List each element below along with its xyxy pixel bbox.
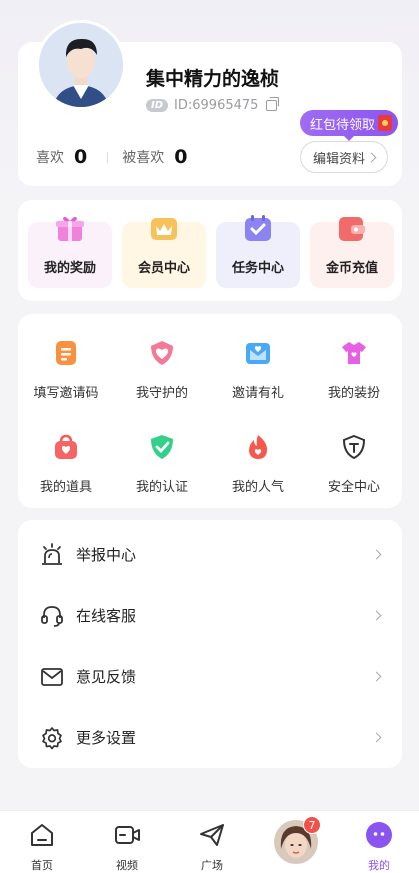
grid-label: 我的装扮 bbox=[327, 386, 380, 401]
gear-icon bbox=[42, 726, 62, 749]
tile-label: 会员中心 bbox=[137, 261, 190, 276]
tile-vip-center[interactable]: 会员中心 bbox=[122, 218, 206, 288]
chevron-right-icon bbox=[371, 732, 382, 743]
grid-label: 我的认证 bbox=[135, 480, 188, 495]
row-label: 更多设置 bbox=[76, 729, 137, 747]
verified-shield-icon bbox=[151, 435, 173, 459]
grid-label: 填写邀请码 bbox=[33, 386, 99, 401]
notification-badge: 7 bbox=[303, 816, 321, 834]
liked-by-value: 0 bbox=[174, 146, 188, 168]
tile-label: 金币充值 bbox=[325, 261, 378, 276]
copy-icon[interactable] bbox=[266, 97, 280, 111]
uid-row: ID ID:69965475 bbox=[146, 97, 280, 113]
tab-label: 广场 bbox=[201, 859, 223, 872]
liked-by-label: 被喜欢 bbox=[122, 150, 165, 166]
grid-label: 安全中心 bbox=[327, 480, 380, 495]
quick-actions-card: 我的奖励 会员中心 任务中心 金币充值 bbox=[18, 200, 402, 301]
clipboard-icon bbox=[56, 341, 76, 365]
tile-label: 任务中心 bbox=[231, 261, 284, 276]
paper-plane-icon bbox=[200, 824, 224, 846]
envelope-icon bbox=[246, 343, 270, 364]
stats: 喜欢 0 被喜欢 0 bbox=[36, 146, 187, 168]
bottom-tab-bar: 首页 视频 广场 我的 bbox=[0, 810, 419, 873]
list-row-feedback[interactable]: 意见反馈 bbox=[18, 646, 402, 707]
id-chip: ID bbox=[146, 99, 169, 112]
stat-divider bbox=[107, 151, 109, 163]
grid-item-props[interactable]: 我的道具 bbox=[18, 434, 114, 495]
profile-card: 集中精力的逸桢 ID ID:69965475 喜欢 0 被喜欢 0 红包待领取 … bbox=[18, 20, 402, 186]
wallet-icon bbox=[339, 217, 365, 241]
red-packet-icon bbox=[378, 115, 393, 131]
tab-square[interactable]: 广场 bbox=[182, 821, 242, 873]
tab-label: 视频 bbox=[116, 859, 138, 872]
bag-icon bbox=[55, 434, 77, 459]
profile-face-icon bbox=[366, 822, 392, 848]
grid-item-security-center[interactable]: 安全中心 bbox=[306, 434, 402, 495]
red-packet-bubble[interactable]: 红包待领取 bbox=[300, 110, 399, 141]
calendar-check-icon bbox=[245, 215, 271, 241]
tile-task-center[interactable]: 任务中心 bbox=[216, 215, 300, 288]
flame-icon bbox=[249, 435, 268, 459]
profile-avatar[interactable] bbox=[36, 20, 126, 110]
tab-label: 首页 bbox=[31, 859, 53, 872]
likes-label: 喜欢 bbox=[36, 150, 64, 166]
home-icon bbox=[31, 824, 53, 846]
heart-shield-icon bbox=[151, 341, 173, 365]
features-grid-card: 填写邀请码 我守护的 邀请有礼 我的装扮 我的道具 我的认证 我的人气 安全中心 bbox=[18, 314, 402, 508]
row-label: 举报中心 bbox=[76, 546, 137, 564]
settings-list-card: 举报中心 在线客服 意见反馈 更多设置 bbox=[18, 520, 402, 768]
tile-label: 我的奖励 bbox=[43, 261, 96, 276]
crown-icon bbox=[151, 218, 177, 240]
grid-label: 我的道具 bbox=[39, 480, 92, 495]
tab-mine[interactable]: 我的 bbox=[349, 821, 409, 873]
grid-label: 邀请有礼 bbox=[231, 386, 284, 401]
video-icon bbox=[115, 826, 140, 844]
edit-profile-label: 编辑资料 bbox=[312, 151, 365, 167]
chevron-right-icon bbox=[371, 671, 382, 682]
likes-value: 0 bbox=[74, 146, 88, 168]
list-row-report-center[interactable]: 举报中心 bbox=[18, 524, 402, 585]
grid-label: 我的人气 bbox=[231, 480, 284, 495]
user-id: ID:69965475 bbox=[174, 98, 259, 113]
list-row-more-settings[interactable]: 更多设置 bbox=[18, 707, 402, 768]
shirt-icon bbox=[342, 342, 366, 364]
tab-home[interactable]: 首页 bbox=[12, 821, 72, 873]
grid-item-guarded[interactable]: 我守护的 bbox=[114, 340, 210, 401]
tile-my-rewards[interactable]: 我的奖励 bbox=[28, 216, 112, 288]
headset-icon bbox=[41, 605, 63, 627]
tab-video[interactable]: 视频 bbox=[97, 821, 157, 873]
grid-label: 我守护的 bbox=[135, 386, 188, 401]
alarm-icon bbox=[42, 542, 62, 565]
row-label: 意见反馈 bbox=[76, 668, 137, 686]
mail-icon bbox=[41, 667, 63, 686]
grid-item-verification[interactable]: 我的认证 bbox=[114, 434, 210, 495]
grid-item-popularity[interactable]: 我的人气 bbox=[210, 434, 306, 495]
chevron-right-icon bbox=[371, 549, 382, 560]
security-shield-icon bbox=[342, 434, 366, 460]
grid-item-invite-gift[interactable]: 邀请有礼 bbox=[210, 340, 306, 401]
tab-label: 我的 bbox=[368, 859, 390, 872]
chevron-right-icon bbox=[371, 610, 382, 621]
gift-icon bbox=[56, 216, 84, 241]
edit-profile-button[interactable]: 编辑资料 bbox=[300, 141, 388, 173]
grid-item-dress-up[interactable]: 我的装扮 bbox=[306, 340, 402, 401]
grid-item-invite-code[interactable]: 填写邀请码 bbox=[18, 340, 114, 401]
list-row-online-service[interactable]: 在线客服 bbox=[18, 585, 402, 646]
tile-coin-recharge[interactable]: 金币充值 bbox=[310, 217, 394, 288]
nickname: 集中精力的逸桢 bbox=[146, 68, 280, 90]
row-label: 在线客服 bbox=[76, 607, 137, 625]
chevron-right-icon bbox=[366, 152, 377, 162]
red-packet-label: 红包待领取 bbox=[310, 117, 376, 133]
